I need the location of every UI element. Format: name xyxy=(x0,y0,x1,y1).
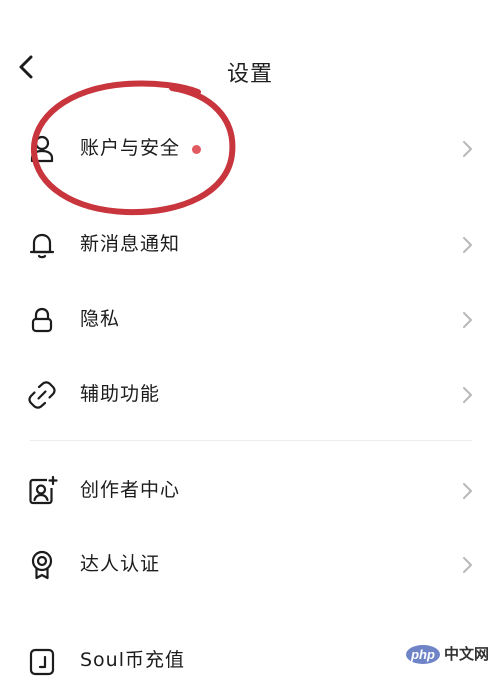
settings-item-label: 达人认证 xyxy=(80,553,161,575)
settings-item-privacy[interactable]: 隐私 xyxy=(0,290,500,350)
watermark: php 中文网 xyxy=(400,639,500,669)
settings-item-verification[interactable]: 达人认证 xyxy=(0,535,500,595)
chevron-right-icon xyxy=(458,308,478,332)
page-title: 设置 xyxy=(226,62,273,87)
settings-item-accessibility[interactable]: 辅助功能 xyxy=(0,365,500,425)
settings-item-creator-center[interactable]: 创作者中心 xyxy=(0,461,500,521)
chevron-right-icon xyxy=(458,479,478,503)
chevron-right-icon xyxy=(458,383,478,407)
notification-dot xyxy=(192,145,201,154)
settings-item-label: 创作者中心 xyxy=(80,479,181,501)
settings-item-label: 账户与安全 xyxy=(80,137,181,159)
settings-item-label: Soul币充值 xyxy=(80,649,186,671)
section-divider xyxy=(30,440,472,441)
header: 设置 xyxy=(0,0,500,120)
wallet-icon xyxy=(26,645,58,677)
chevron-right-icon xyxy=(458,137,478,161)
settings-item-label: 新消息通知 xyxy=(80,233,181,255)
php-logo: php xyxy=(406,645,440,664)
creator-icon xyxy=(26,475,58,507)
badge-icon xyxy=(26,549,58,581)
settings-item-notifications[interactable]: 新消息通知 xyxy=(0,215,500,275)
user-icon xyxy=(26,133,58,165)
settings-item-label: 隐私 xyxy=(80,308,121,330)
watermark-text: 中文网 xyxy=(444,645,490,663)
chevron-right-icon xyxy=(458,553,478,577)
settings-item-label: 辅助功能 xyxy=(80,383,161,405)
lock-icon xyxy=(26,304,58,336)
bell-icon xyxy=(26,229,58,261)
link-icon xyxy=(26,379,58,411)
chevron-right-icon xyxy=(458,233,478,257)
settings-item-account-security[interactable]: 账户与安全 xyxy=(0,119,500,179)
